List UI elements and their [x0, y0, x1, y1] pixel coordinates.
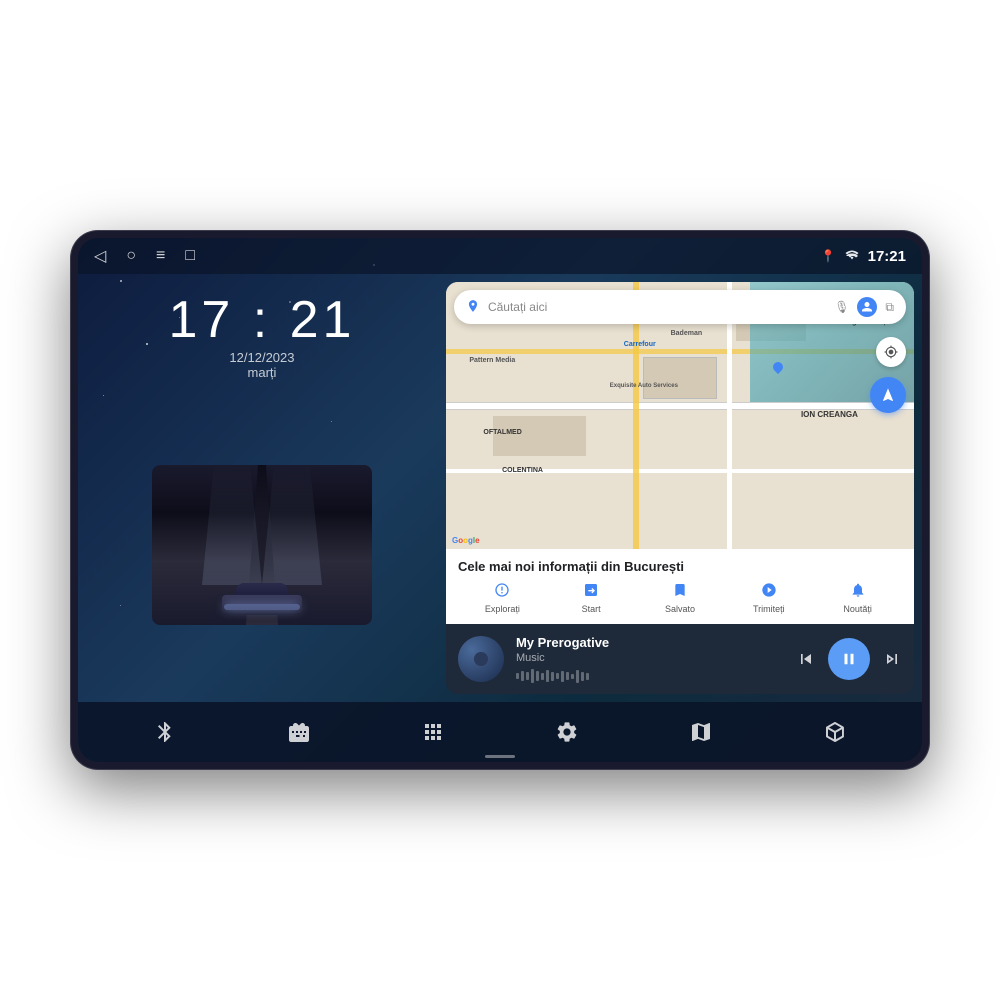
status-time-display: 17:21: [868, 248, 906, 265]
apps-nav-button[interactable]: [413, 712, 453, 752]
map-action-send[interactable]: Trimiteți: [724, 582, 813, 614]
explore-label: Explorați: [485, 604, 520, 614]
waveform-bar: [546, 670, 549, 682]
waveform-bar: [566, 672, 569, 680]
map-search-placeholder[interactable]: Căutați aici: [488, 300, 826, 314]
map-label-oftalmed: OFTALMED: [483, 429, 521, 436]
bottom-navigation: [78, 702, 922, 762]
menu-nav-icon[interactable]: ≡: [156, 247, 165, 265]
waveform-bar: [586, 673, 589, 680]
map-my-location-button[interactable]: [876, 337, 906, 367]
map-user-avatar[interactable]: [857, 297, 877, 317]
music-artwork: [458, 636, 504, 682]
waveform-bar: [551, 672, 554, 681]
map-label-bademan: Bademan: [671, 330, 703, 337]
waveform-bar: [556, 673, 559, 679]
send-icon: [761, 582, 777, 601]
map-widget[interactable]: ION CREANGA COLENTINA OFTALMED Dragonul …: [446, 282, 914, 549]
clock-date-display: 12/12/2023: [168, 350, 355, 365]
map-layers-icon[interactable]: ⧉: [885, 300, 894, 315]
map-actions-row: Explorați Start Salvato: [458, 582, 902, 614]
music-controls: [796, 638, 902, 680]
main-content-area: 17 : 21 12/12/2023 marți: [78, 274, 922, 702]
nav-controls: ◁ ○ ≡ □: [94, 246, 195, 266]
music-title: My Prerogative: [516, 635, 784, 651]
bottom-gesture-indicator: [485, 755, 515, 758]
map-pin-shape: [771, 360, 785, 374]
map-navigate-button[interactable]: [870, 377, 906, 413]
send-label: Trimiteți: [753, 604, 785, 614]
map-label-exquisite: Exquisite Auto Services: [610, 383, 678, 389]
explore-icon: [494, 582, 510, 601]
location-status-icon: 📍: [821, 249, 836, 263]
map-block-1: [643, 357, 718, 400]
waveform-bar: [576, 670, 579, 683]
map-action-explore[interactable]: Explorați: [458, 582, 547, 614]
waveform-bar: [536, 671, 539, 681]
music-previous-button[interactable]: [796, 649, 816, 669]
wifi-status-icon: [844, 249, 860, 264]
map-microphone-icon[interactable]: 🎙: [834, 300, 849, 314]
home-nav-icon[interactable]: ○: [126, 247, 136, 265]
map-search-bar[interactable]: Căutați aici 🎙 ⧉: [454, 290, 906, 324]
car-body: [222, 580, 302, 615]
device-screen: ◁ ○ ≡ □ 📍 17:21 17 : 21 1: [78, 238, 922, 762]
waveform-bar: [521, 671, 524, 681]
map-label-colentina: COLENTINA: [502, 467, 543, 474]
waveform-bar: [571, 674, 574, 679]
map-action-start[interactable]: Start: [547, 582, 636, 614]
back-nav-icon[interactable]: ◁: [94, 246, 106, 266]
waveform-bar: [531, 669, 534, 683]
news-label: Noutăți: [843, 604, 872, 614]
map-action-saved[interactable]: Salvato: [636, 582, 725, 614]
google-maps-logo: Google: [452, 536, 480, 545]
clock-day-display: marți: [168, 365, 355, 380]
music-waveform: [516, 669, 784, 683]
car-headlights-glow: [224, 604, 300, 610]
car-scene-widget: [88, 398, 436, 692]
map-action-news[interactable]: Noutăți: [813, 582, 902, 614]
music-play-pause-button[interactable]: [828, 638, 870, 680]
start-label: Start: [582, 604, 601, 614]
waveform-bar: [541, 673, 544, 680]
google-maps-pin-icon: [466, 299, 480, 316]
map-label-ion-creanga: ION CREANGA: [801, 410, 858, 419]
music-subtitle: Music: [516, 652, 784, 664]
music-next-button[interactable]: [882, 649, 902, 669]
clock-time-display: 17 : 21: [168, 294, 355, 346]
clock-widget: 17 : 21 12/12/2023 marți: [168, 294, 355, 380]
recent-nav-icon[interactable]: □: [185, 247, 195, 265]
device-3d-nav-button[interactable]: [815, 712, 855, 752]
maps-nav-button[interactable]: [681, 712, 721, 752]
settings-nav-button[interactable]: [547, 712, 587, 752]
saved-icon: [672, 582, 688, 601]
waveform-bar: [516, 673, 519, 679]
status-indicators: 📍 17:21: [821, 248, 906, 265]
waveform-bar: [561, 671, 564, 682]
map-info-title: Cele mai noi informații din București: [458, 559, 902, 574]
saved-label: Salvato: [665, 604, 695, 614]
device-frame: ◁ ○ ≡ □ 📍 17:21 17 : 21 1: [70, 230, 930, 770]
right-panel: ION CREANGA COLENTINA OFTALMED Dragonul …: [446, 282, 914, 694]
map-road-horizontal-1: [446, 402, 914, 410]
music-player-widget: My Prerogative Music: [446, 624, 914, 694]
start-icon: [583, 582, 599, 601]
news-icon: [850, 582, 866, 601]
radio-nav-button[interactable]: [279, 712, 319, 752]
status-bar: ◁ ○ ≡ □ 📍 17:21: [78, 238, 922, 274]
music-info: My Prerogative Music: [516, 635, 784, 684]
waveform-bar: [526, 672, 529, 680]
map-location-pin: [773, 362, 783, 374]
map-label-pattern-media: Pattern Media: [469, 357, 515, 364]
bluetooth-nav-button[interactable]: [145, 712, 185, 752]
left-panel: 17 : 21 12/12/2023 marți: [78, 274, 446, 702]
music-artwork-inner: [474, 652, 488, 666]
map-info-bar: Cele mai noi informații din București Ex…: [446, 549, 914, 624]
car-scene: [152, 465, 372, 625]
map-label-carrefour: Carrefour: [624, 341, 656, 348]
waveform-bar: [581, 672, 584, 681]
